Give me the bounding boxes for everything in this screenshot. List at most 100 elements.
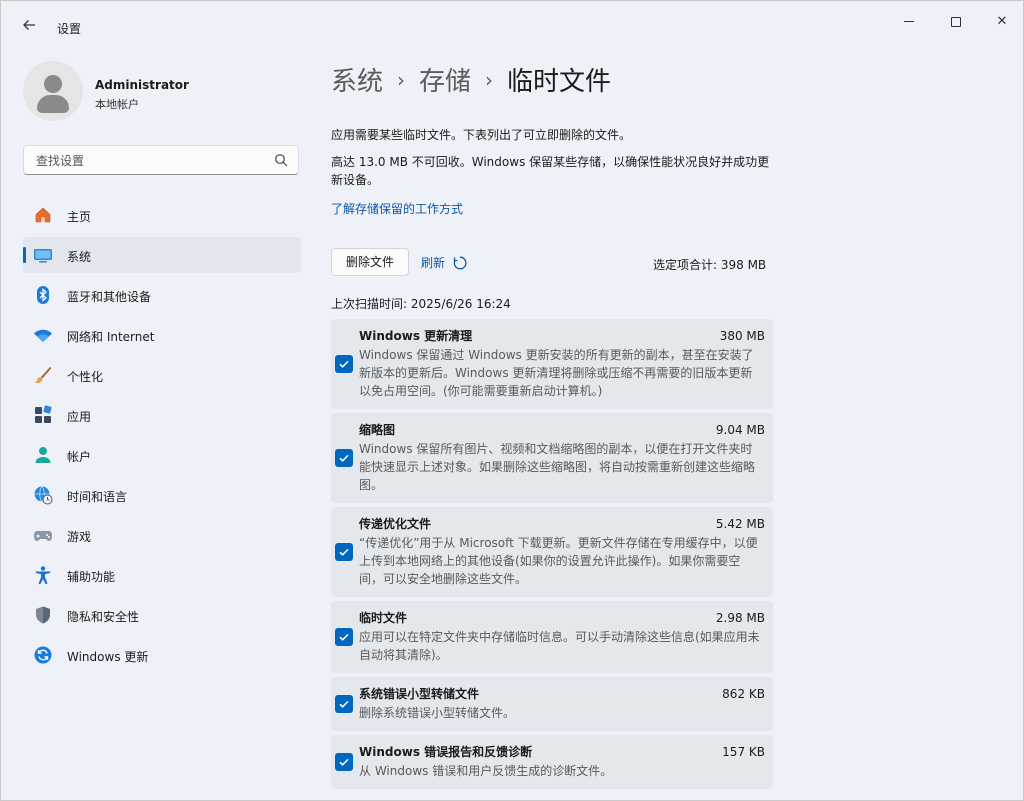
update-icon (34, 646, 52, 664)
item-description: Windows 保留所有图片、视频和文档缩略图的副本，以便在打开文件夹时能快速显… (359, 442, 756, 492)
item-description: 应用可以在特定文件夹中存储临时信息。可以手动清除这些信息(如果应用未自动将其清除… (359, 630, 760, 662)
sidebar-item-label: 应用 (67, 410, 92, 424)
breadcrumb-system[interactable]: 系统 (331, 67, 383, 97)
learn-reserved-storage-link[interactable]: 了解存储保留的工作方式 (331, 200, 463, 217)
minimize-button[interactable] (886, 11, 932, 33)
item-checkbox[interactable] (335, 449, 353, 467)
delete-files-button[interactable]: 删除文件 (331, 248, 409, 276)
sidebar-item-label: 帐户 (67, 450, 92, 464)
checkmark-icon (339, 454, 349, 462)
list-item: Windows 错误报告和反馈诊断 157 KB 从 Windows 错误和用户… (331, 735, 773, 789)
item-size: 380 MB (719, 329, 765, 343)
sidebar-item-label: 隐私和安全性 (67, 610, 140, 624)
bluetooth-icon (37, 286, 49, 304)
user-name: Administrator (95, 78, 189, 92)
sidebar-item-home[interactable]: 主页 (23, 197, 301, 233)
checkmark-icon (339, 360, 349, 368)
search-input[interactable] (34, 151, 274, 171)
sidebar-item-accounts[interactable]: 帐户 (23, 437, 301, 473)
item-checkbox[interactable] (335, 753, 353, 771)
item-name: Windows 更新清理 (359, 329, 473, 343)
item-size: 862 KB (722, 687, 765, 701)
sidebar-item-label: 主页 (67, 210, 92, 224)
back-arrow-icon (23, 20, 35, 30)
avatar-head (44, 75, 62, 93)
sidebar-item-system[interactable]: 系统 (23, 237, 301, 273)
sidebar-item-label: 系统 (67, 250, 92, 264)
selected-total: 选定项合计: 398 MB (653, 258, 767, 272)
item-description: “传递优化”用于从 Microsoft 下载更新。更新文件存储在专用缓存中，以便… (359, 536, 758, 586)
refresh-button[interactable]: 刷新 (421, 254, 467, 271)
checkmark-icon (339, 758, 349, 766)
sidebar-item-label: 辅助功能 (67, 570, 116, 584)
item-size: 9.04 MB (715, 423, 765, 437)
sidebar-item-time-language[interactable]: 时间和语言 (23, 477, 301, 513)
avatar[interactable] (23, 61, 83, 121)
sidebar-item-accessibility[interactable]: 辅助功能 (23, 557, 301, 593)
globe-clock-icon (34, 486, 53, 505)
accessibility-icon (35, 566, 51, 585)
avatar-shoulders (37, 95, 69, 113)
item-description: 删除系统错误小型转储文件。 (359, 706, 516, 720)
description-text: 应用需要某些临时文件。下表列出了可立即删除的文件。 (331, 128, 632, 142)
sidebar-item-gaming[interactable]: 游戏 (23, 517, 301, 553)
sidebar-item-label: 个性化 (67, 370, 104, 384)
breadcrumb-separator: › (485, 68, 494, 92)
back-button[interactable] (19, 17, 39, 37)
breadcrumb: 系统 › 存储 › 临时文件 (331, 61, 611, 98)
item-size: 2.98 MB (715, 611, 765, 625)
item-checkbox[interactable] (335, 543, 353, 561)
sidebar-item-label: 游戏 (67, 530, 92, 544)
breadcrumb-separator: › (397, 68, 406, 92)
last-scan-time: 上次扫描时间: 2025/6/26 16:24 (331, 297, 511, 311)
search-box (23, 145, 299, 175)
item-name: 缩略图 (359, 423, 396, 437)
item-name: Windows 错误报告和反馈诊断 (359, 745, 533, 759)
item-description: Windows 保留通过 Windows 更新安装的所有更新的副本，甚至在安装了… (359, 348, 754, 398)
settings-window: 设置 ✕ Administrator 本地帐户 主页 系统 蓝牙和其他设备 网络… (0, 0, 1024, 801)
refresh-label: 刷新 (421, 256, 446, 270)
list-item: 缩略图 9.04 MB Windows 保留所有图片、视频和文档缩略图的副本，以… (331, 413, 773, 503)
checkmark-icon (339, 633, 349, 641)
close-button[interactable]: ✕ (979, 11, 1023, 33)
item-size: 157 KB (722, 745, 765, 759)
list-item: 传递优化文件 5.42 MB “传递优化”用于从 Microsoft 下载更新。… (331, 507, 773, 597)
sidebar-item-label: 网络和 Internet (67, 330, 155, 344)
item-size: 5.42 MB (715, 517, 765, 531)
item-name: 传递优化文件 (359, 517, 432, 531)
sidebar-item-windows-update[interactable]: Windows 更新 (23, 637, 301, 673)
apps-icon (35, 405, 52, 423)
page-title: 临时文件 (507, 67, 612, 97)
refresh-icon (453, 256, 467, 270)
sidebar-item-bluetooth[interactable]: 蓝牙和其他设备 (23, 277, 301, 313)
wifi-icon (34, 329, 52, 342)
app-title: 设置 (57, 22, 82, 36)
close-icon: ✕ (996, 14, 1008, 29)
sidebar-item-privacy[interactable]: 隐私和安全性 (23, 597, 301, 633)
maximize-button[interactable] (933, 11, 979, 33)
item-checkbox[interactable] (335, 355, 353, 373)
item-name: 系统错误小型转储文件 (359, 687, 480, 701)
sidebar-nav: 主页 系统 蓝牙和其他设备 网络和 Internet 个性化 应用 帐户 时间和… (23, 197, 301, 677)
sidebar-item-label: 蓝牙和其他设备 (67, 290, 152, 304)
breadcrumb-storage[interactable]: 存储 (419, 67, 471, 97)
title-bar: 设置 ✕ (1, 1, 1023, 49)
system-icon (34, 249, 52, 263)
brush-icon (34, 367, 52, 384)
temp-files-list: Windows 更新清理 380 MB Windows 保留通过 Windows… (331, 319, 773, 793)
sidebar-item-personalization[interactable]: 个性化 (23, 357, 301, 393)
checkmark-icon (339, 700, 349, 708)
home-icon (35, 207, 51, 223)
sidebar-item-network[interactable]: 网络和 Internet (23, 317, 301, 353)
list-item: 临时文件 2.98 MB 应用可以在特定文件夹中存储临时信息。可以手动清除这些信… (331, 601, 773, 673)
search-icon[interactable] (274, 153, 288, 167)
list-item: 系统错误小型转储文件 862 KB 删除系统错误小型转储文件。 (331, 677, 773, 731)
item-checkbox[interactable] (335, 695, 353, 713)
item-checkbox[interactable] (335, 628, 353, 646)
sidebar-item-apps[interactable]: 应用 (23, 397, 301, 433)
sidebar-item-label: Windows 更新 (67, 650, 149, 664)
checkmark-icon (339, 548, 349, 556)
user-account-type: 本地帐户 (95, 98, 139, 111)
minimize-icon (904, 21, 914, 22)
maximize-icon (951, 16, 961, 27)
